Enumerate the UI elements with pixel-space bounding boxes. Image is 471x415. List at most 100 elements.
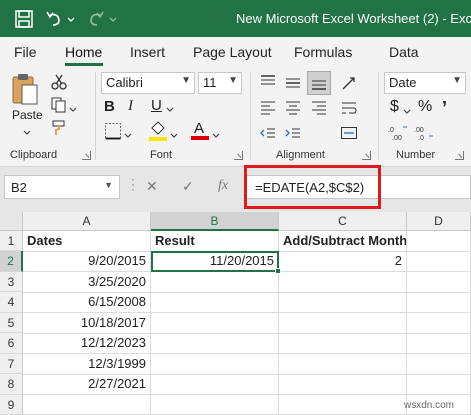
align-top-icon[interactable] — [259, 74, 277, 97]
row-header-1[interactable]: 1 — [0, 231, 23, 251]
copy-icon[interactable] — [51, 97, 67, 118]
column-header-d[interactable]: D — [407, 212, 471, 231]
font-size-combo[interactable]: 11 ▼ — [198, 72, 242, 94]
cell-d4[interactable] — [407, 292, 471, 313]
decrease-decimal-icon[interactable]: .00.0 — [414, 124, 436, 147]
cell-c5[interactable] — [279, 313, 407, 334]
cell-a9[interactable] — [23, 395, 151, 415]
cell-b4[interactable] — [151, 292, 279, 313]
enter-formula-icon[interactable]: ✓ — [182, 178, 194, 195]
align-center-icon[interactable] — [284, 99, 302, 122]
orientation-icon[interactable] — [340, 74, 358, 97]
paste-dropdown-icon[interactable] — [22, 124, 32, 142]
cell-d2[interactable] — [407, 251, 471, 272]
cell-a7[interactable]: 12/3/1999 — [23, 354, 151, 375]
underline-dropdown-icon[interactable] — [166, 101, 174, 119]
cell-b1[interactable]: Result — [151, 231, 279, 252]
copy-dropdown-icon[interactable] — [69, 101, 77, 119]
bold-icon[interactable]: B — [104, 98, 115, 115]
cell-a3[interactable]: 3/25/2020 — [23, 272, 151, 293]
comma-icon[interactable]: ’ — [442, 98, 447, 119]
increase-decimal-icon[interactable]: .0.00 — [388, 124, 410, 147]
cell-c1[interactable]: Add/Subtract Month — [279, 231, 407, 252]
cell-d3[interactable] — [407, 272, 471, 293]
select-all-corner[interactable] — [0, 212, 23, 231]
cut-icon[interactable] — [51, 74, 67, 95]
more-options-icon[interactable]: ⋮ — [126, 176, 140, 193]
cell-b9[interactable] — [151, 395, 279, 415]
percent-icon[interactable]: % — [418, 98, 432, 116]
format-painter-icon[interactable] — [51, 120, 67, 141]
cell-a1[interactable]: Dates — [23, 231, 151, 252]
currency-dropdown-icon[interactable] — [403, 103, 411, 121]
borders-icon[interactable] — [104, 122, 122, 145]
align-bottom-icon[interactable] — [307, 71, 331, 95]
number-format-combo[interactable]: Date ▼ — [384, 72, 466, 94]
redo-icon[interactable] — [86, 9, 106, 29]
wrap-text-icon[interactable] — [340, 99, 358, 122]
redo-dropdown-icon[interactable] — [108, 9, 118, 29]
cell-c2[interactable]: 2 — [279, 251, 407, 272]
row-header-2[interactable]: 2 — [0, 251, 23, 272]
cell-d5[interactable] — [407, 313, 471, 334]
row-header-8[interactable]: 8 — [0, 374, 23, 395]
font-color-dropdown-icon[interactable] — [212, 127, 220, 145]
cell-a2[interactable]: 9/20/2015 — [23, 251, 151, 272]
align-right-icon[interactable] — [310, 99, 328, 122]
cell-c4[interactable] — [279, 292, 407, 313]
cell-a8[interactable]: 2/27/2021 — [23, 374, 151, 395]
cell-a5[interactable]: 10/18/2017 — [23, 313, 151, 334]
cell-b8[interactable] — [151, 374, 279, 395]
fill-color-dropdown-icon[interactable] — [170, 127, 178, 145]
row-header-5[interactable]: 5 — [0, 313, 23, 333]
cell-d6[interactable] — [407, 333, 471, 354]
align-left-icon[interactable] — [259, 99, 277, 122]
cancel-formula-icon[interactable]: ✕ — [146, 178, 158, 195]
cell-c8[interactable] — [279, 374, 407, 395]
align-middle-icon[interactable] — [284, 74, 302, 97]
cell-d7[interactable] — [407, 354, 471, 375]
font-color-icon[interactable]: A — [190, 118, 210, 147]
row-header-4[interactable]: 4 — [0, 292, 23, 313]
row-header-9[interactable]: 9 — [0, 395, 23, 415]
cell-c6[interactable] — [279, 333, 407, 354]
cell-a6[interactable]: 12/12/2023 — [23, 333, 151, 354]
tab-page-layout[interactable]: Page Layout — [193, 44, 272, 60]
currency-icon[interactable]: $ — [390, 98, 399, 116]
tab-insert[interactable]: Insert — [130, 44, 165, 60]
save-icon[interactable] — [14, 9, 34, 29]
cell-c7[interactable] — [279, 354, 407, 375]
decrease-indent-icon[interactable] — [259, 124, 277, 147]
increase-indent-icon[interactable] — [284, 124, 302, 147]
font-name-combo[interactable]: Calibri ▼ — [101, 72, 195, 94]
number-launcher-icon[interactable] — [455, 151, 464, 160]
column-header-b[interactable]: B — [151, 212, 279, 231]
cell-b7[interactable] — [151, 354, 279, 375]
cell-b6[interactable] — [151, 333, 279, 354]
alignment-launcher-icon[interactable] — [362, 151, 371, 160]
paste-icon[interactable] — [10, 72, 40, 111]
undo-dropdown-icon[interactable] — [66, 9, 76, 29]
name-box[interactable]: B2 ▼ — [4, 175, 120, 199]
row-header-3[interactable]: 3 — [0, 272, 23, 292]
merge-center-icon[interactable] — [340, 124, 358, 147]
cell-d8[interactable] — [407, 374, 471, 395]
tab-formulas[interactable]: Formulas — [294, 44, 352, 60]
fill-handle[interactable] — [275, 268, 281, 274]
cell-a4[interactable]: 6/15/2008 — [23, 292, 151, 313]
cell-b3[interactable] — [151, 272, 279, 293]
tab-data[interactable]: Data — [389, 44, 419, 60]
borders-dropdown-icon[interactable] — [124, 127, 132, 145]
cell-d1[interactable] — [407, 231, 471, 252]
undo-icon[interactable] — [44, 9, 64, 29]
clipboard-launcher-icon[interactable] — [82, 151, 91, 160]
row-header-6[interactable]: 6 — [0, 333, 23, 354]
row-header-7[interactable]: 7 — [0, 354, 23, 374]
insert-function-icon[interactable]: fx — [218, 178, 228, 194]
tab-home[interactable]: Home — [65, 44, 102, 60]
tab-file[interactable]: File — [14, 44, 37, 60]
cell-c9[interactable] — [279, 395, 407, 415]
column-header-a[interactable]: A — [23, 212, 151, 231]
cell-b5[interactable] — [151, 313, 279, 334]
italic-icon[interactable]: I — [128, 98, 133, 115]
